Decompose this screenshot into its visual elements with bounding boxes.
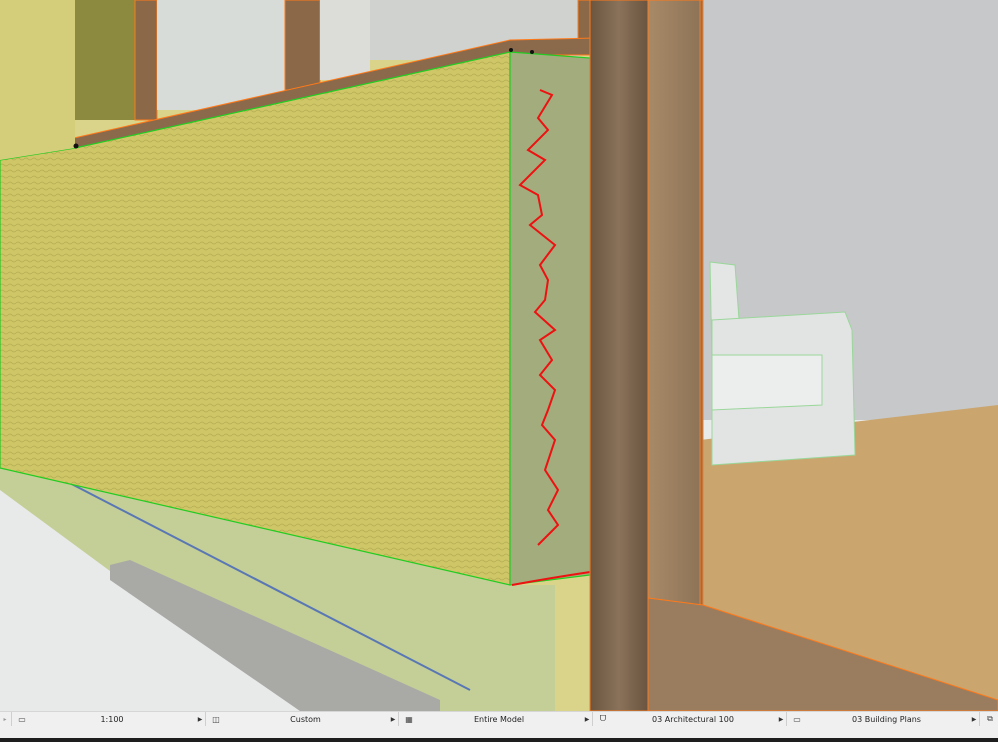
taskbar-edge	[0, 738, 998, 742]
scale-selector[interactable]: ▭ 1:100 ▶	[11, 712, 205, 726]
layer-combination-selector[interactable]: ◫ Custom ▶	[205, 712, 398, 726]
status-bar-padding	[0, 726, 998, 738]
3d-viewport[interactable]	[0, 0, 998, 712]
chevron-right-icon: ▶	[390, 715, 396, 723]
pen-set-selector[interactable]: ᗜ 03 Architectural 100 ▶	[592, 712, 786, 726]
copy-button[interactable]: ⧉	[979, 712, 998, 726]
view-map-selector[interactable]: ▭ 03 Building Plans ▶	[786, 712, 979, 726]
chevron-right-icon: ▶	[778, 715, 784, 723]
model-view-selector[interactable]: ▦ Entire Model ▶	[398, 712, 592, 726]
3d-model-scene	[0, 0, 998, 712]
model-view-icon: ▦	[405, 714, 413, 724]
chevron-right-icon: ▶	[197, 715, 203, 723]
wood-post-back	[647, 0, 704, 611]
layers-icon: ◫	[212, 714, 220, 724]
chevron-right-icon: ▶	[584, 715, 590, 723]
chevron-right-icon: ▶	[971, 715, 977, 723]
statusbar-scroll-left[interactable]: ▸	[0, 712, 10, 726]
pen-icon: ᗜ	[599, 714, 607, 723]
wood-post-front	[589, 0, 649, 712]
copy-icon: ⧉	[987, 714, 993, 723]
plan-icon: ▭	[793, 714, 801, 724]
status-bar: ▸ ▭ 1:100 ▶ ◫ Custom ▶ ▦ Entire Model ▶ …	[0, 711, 998, 727]
ruler-icon: ▭	[18, 714, 26, 724]
